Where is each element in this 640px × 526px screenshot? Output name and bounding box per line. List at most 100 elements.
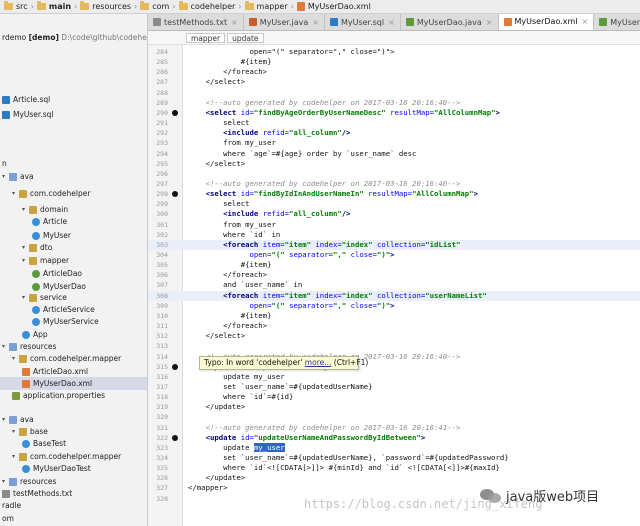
chevron-down-icon[interactable]: ▾ bbox=[22, 241, 29, 254]
code-text[interactable]: #{item} bbox=[188, 311, 272, 321]
project-tree-item[interactable]: n bbox=[0, 157, 147, 170]
code-text[interactable]: where `age`=#{age} order by `user_name` … bbox=[188, 149, 416, 159]
project-tree-item[interactable]: ArticleDao bbox=[0, 267, 147, 280]
code-text[interactable]: <include refid="all_column"/> bbox=[188, 128, 350, 138]
code-text[interactable]: <foreach item="item" index="index" colle… bbox=[188, 240, 460, 250]
code-text[interactable]: update my_user bbox=[188, 442, 285, 453]
project-tree-item[interactable]: radle bbox=[0, 499, 147, 512]
code-line: 294 where `age`=#{age} order by `user_na… bbox=[148, 149, 640, 159]
code-text[interactable]: <update id="updateUserNameAndPasswordByI… bbox=[188, 433, 426, 443]
code-text[interactable]: from my_user bbox=[188, 220, 276, 230]
close-icon[interactable]: × bbox=[582, 17, 589, 26]
tab-myuser-java[interactable]: MyUser.java × bbox=[244, 14, 325, 30]
code-text[interactable]: <select id="findByIdInAndUserNameIn" res… bbox=[188, 189, 478, 199]
project-tree-item[interactable]: MyUser.sql bbox=[0, 108, 147, 121]
breadcrumb-4[interactable]: codehelper bbox=[177, 0, 238, 13]
code-text[interactable]: from my_user bbox=[188, 138, 276, 148]
chevron-down-icon[interactable]: ▾ bbox=[12, 187, 19, 200]
code-line: 321 <!--auto generated by codehelper on … bbox=[148, 423, 640, 433]
project-tree-item[interactable]: ▾ dto bbox=[0, 241, 147, 254]
breadcrumb-0[interactable]: src bbox=[2, 0, 30, 13]
code-text[interactable]: #{item} bbox=[188, 57, 272, 67]
code-text[interactable]: set `user_name`=#{updatedUserName}, `pas… bbox=[188, 453, 509, 463]
close-icon[interactable]: × bbox=[486, 18, 493, 27]
code-text[interactable]: select bbox=[188, 199, 249, 209]
code-text[interactable]: where `id`=#{id} bbox=[188, 392, 293, 402]
code-editor[interactable]: mapper update 284 open="(" separator=","… bbox=[148, 31, 640, 526]
code-line: 297 <!--auto generated by codehelper on … bbox=[148, 179, 640, 189]
breadcrumb-2[interactable]: resources bbox=[78, 0, 133, 13]
close-icon[interactable]: × bbox=[388, 18, 395, 27]
tab-testmethods-txt[interactable]: testMethods.txt × bbox=[148, 14, 244, 30]
project-tree-item[interactable]: Article bbox=[0, 215, 147, 228]
project-tree-item[interactable]: MyUserService bbox=[0, 315, 147, 328]
code-text[interactable]: #{item} bbox=[188, 260, 272, 270]
gutter-marker-icon[interactable] bbox=[172, 363, 178, 370]
class-icon bbox=[32, 217, 40, 226]
code-line: 308 <foreach item="item" index="index" c… bbox=[148, 290, 640, 301]
code-text[interactable]: </select> bbox=[188, 331, 246, 341]
project-tree-item[interactable]: ▾ mapper bbox=[0, 254, 147, 267]
chevron-down-icon[interactable]: ▾ bbox=[2, 170, 9, 183]
project-tree-item[interactable]: Article.sql bbox=[0, 93, 147, 106]
code-token: open= bbox=[188, 300, 272, 310]
close-icon[interactable]: × bbox=[312, 18, 319, 27]
project-tree-item[interactable]: ▾ com.codehelper bbox=[0, 187, 147, 200]
code-text[interactable]: <foreach item="item" index="index" colle… bbox=[188, 291, 487, 301]
code-token: update my_user bbox=[188, 371, 285, 381]
project-root[interactable]: rdemo [demo] D:\code\github\codehelper bbox=[2, 31, 147, 44]
code-text[interactable]: update my_user bbox=[188, 372, 285, 382]
close-icon[interactable]: × bbox=[231, 18, 238, 27]
chevron-down-icon[interactable]: ▾ bbox=[22, 254, 29, 267]
code-text[interactable]: </foreach> bbox=[188, 321, 267, 331]
code-text[interactable]: open="(" separator="," close=")"> bbox=[188, 250, 395, 260]
tab-label: MyUserDao.java bbox=[416, 17, 482, 27]
tooltip-more-link[interactable]: more... bbox=[305, 358, 332, 367]
code-text[interactable]: </foreach> bbox=[188, 67, 267, 77]
code-text[interactable]: </update> bbox=[188, 473, 246, 483]
code-text[interactable]: <!--auto generated by codehelper on 2017… bbox=[188, 423, 461, 433]
code-text[interactable]: </select> bbox=[188, 159, 246, 169]
chevron-down-icon[interactable]: ▾ bbox=[12, 352, 19, 365]
breadcrumb-6[interactable]: MyUserDao.xml bbox=[295, 0, 373, 13]
code-text[interactable]: and `user_name` in bbox=[188, 280, 302, 290]
project-tree-item[interactable]: om bbox=[0, 512, 147, 525]
gutter-marker-icon[interactable] bbox=[172, 191, 178, 198]
code-text[interactable]: open="(" separator="," close=")"> bbox=[188, 301, 395, 311]
tab-myuserdao-java[interactable]: MyUserDao.java × bbox=[401, 14, 499, 30]
code-text[interactable]: where `id` in bbox=[188, 230, 280, 240]
project-tree-item[interactable]: BaseTest bbox=[0, 437, 147, 450]
gutter-marker-icon[interactable] bbox=[172, 434, 178, 441]
code-text[interactable]: <!--auto generated by codehelper on 2017… bbox=[188, 98, 461, 108]
breadcrumb-5[interactable]: mapper bbox=[243, 0, 290, 13]
code-text[interactable]: </mapper> bbox=[188, 483, 228, 493]
class-icon bbox=[22, 330, 30, 339]
breadcrumb-update[interactable]: update bbox=[227, 32, 264, 43]
code-text[interactable]: </select> bbox=[188, 77, 246, 87]
line-number: 311 bbox=[156, 322, 168, 331]
code-text[interactable]: </update> bbox=[188, 402, 246, 412]
breadcrumb-1[interactable]: main bbox=[35, 0, 73, 13]
tab-myuserdao-xml[interactable]: MyUserDao.xml × bbox=[498, 14, 595, 30]
tab-myuser-sql[interactable]: MyUser.sql × bbox=[325, 14, 401, 30]
code-token: select bbox=[188, 118, 250, 128]
code-text[interactable]: <!--auto generated by codehelper on 2017… bbox=[188, 179, 461, 189]
tree-item-label: com.codehelper.mapper bbox=[30, 354, 122, 363]
code-text[interactable]: open="(" separator="," close=")"> bbox=[188, 47, 395, 57]
package-icon bbox=[19, 427, 27, 436]
breadcrumb-3[interactable]: com bbox=[138, 0, 171, 13]
code-text[interactable]: where `id`<![CDATA[>]]> #{minId} and `id… bbox=[188, 463, 500, 473]
code-text[interactable]: <include refid="all_column"/> bbox=[188, 209, 350, 219]
code-text[interactable]: </foreach> bbox=[188, 270, 267, 280]
project-tree-item[interactable]: MyUserDaoTest bbox=[0, 462, 147, 475]
code-text[interactable]: <select id="findByAgeOrderByUserNameDesc… bbox=[188, 108, 500, 118]
gutter-marker-icon[interactable] bbox=[172, 109, 178, 116]
project-tree-item[interactable]: ▾ ava bbox=[0, 170, 147, 183]
code-text[interactable]: set `user_name`=#{updatedUserName} bbox=[188, 382, 372, 392]
tab-myuserservice-java[interactable]: MyUserService.java× bbox=[594, 14, 640, 30]
properties-file-icon bbox=[12, 391, 20, 400]
folder-icon bbox=[178, 1, 188, 10]
breadcrumb-mapper[interactable]: mapper bbox=[186, 32, 226, 43]
project-tree-item[interactable]: ▾ com.codehelper.mapper bbox=[0, 352, 147, 365]
code-text[interactable]: select bbox=[188, 118, 250, 128]
